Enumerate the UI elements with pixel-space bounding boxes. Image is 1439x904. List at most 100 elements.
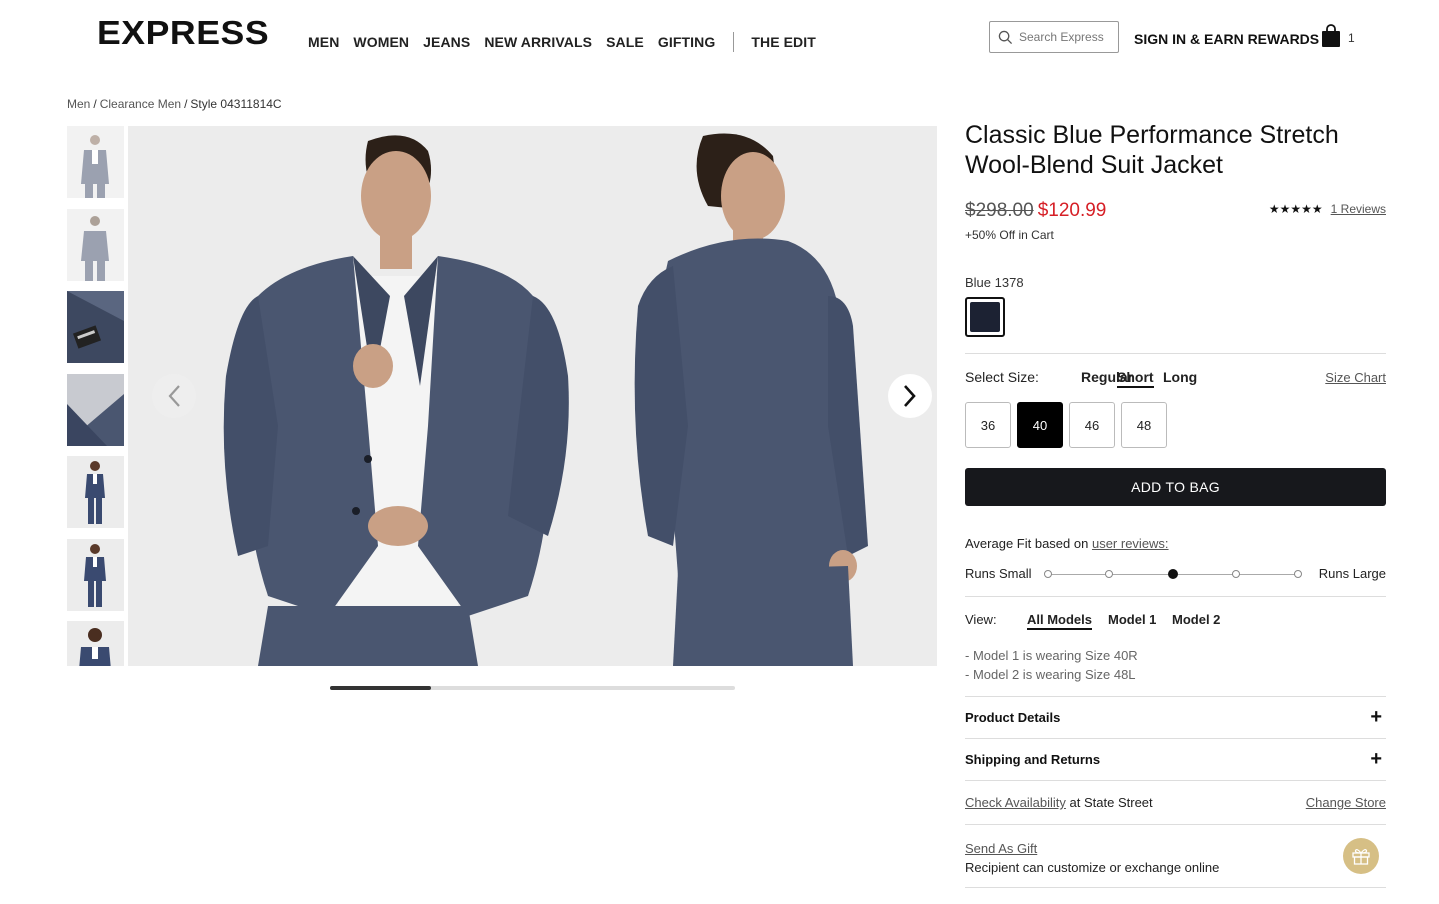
runs-large-label: Runs Large: [1318, 566, 1386, 581]
send-as-gift-link[interactable]: Send As Gift: [965, 841, 1037, 856]
user-reviews-link[interactable]: user reviews:: [1092, 536, 1169, 551]
search-input[interactable]: [1019, 30, 1109, 44]
thumbnail-list: [67, 126, 124, 666]
search-box[interactable]: [989, 21, 1119, 53]
nav-the-edit[interactable]: THE EDIT: [751, 34, 816, 50]
nav-jeans[interactable]: JEANS: [423, 34, 470, 50]
search-icon: [998, 30, 1013, 44]
average-fit-text: Average Fit based on: [965, 536, 1089, 551]
plus-icon: +: [1370, 748, 1382, 770]
express-logo[interactable]: EXPRESS: [97, 14, 269, 52]
bag-count: 1: [1348, 31, 1355, 45]
next-image-button[interactable]: [888, 374, 932, 418]
gift-icon: [1352, 849, 1370, 865]
promo-text: +50% Off in Cart: [965, 228, 1054, 242]
view-tab-model-1[interactable]: Model 1: [1108, 612, 1156, 627]
product-title: Classic Blue Performance Stretch Wool-Bl…: [965, 121, 1339, 179]
gift-section: Send As Gift Recipient can customize or …: [965, 839, 1386, 877]
product-info-panel: Classic Blue Performance Stretch Wool-Bl…: [965, 120, 1386, 888]
divider: [965, 824, 1386, 825]
size-46-button[interactable]: 46: [1069, 402, 1115, 448]
check-availability-link[interactable]: Check Availability: [965, 795, 1066, 810]
model-2-info: - Model 2 is wearing Size 48L: [965, 667, 1136, 682]
thumbnail-4[interactable]: [67, 373, 124, 446]
add-to-bag-button[interactable]: ADD TO BAG: [965, 468, 1386, 506]
thumbnail-3[interactable]: [67, 291, 124, 363]
fit-scale: Runs Small Runs Large: [965, 566, 1386, 584]
thumbnail-5[interactable]: [67, 456, 124, 528]
gallery-scrollbar[interactable]: [330, 686, 735, 690]
product-photo: [128, 126, 937, 666]
model-view-selector: View: All Models Model 1 Model 2: [965, 612, 1386, 632]
fit-dot-1: [1044, 570, 1052, 578]
divider: [965, 887, 1386, 888]
model-size-info: - Model 1 is wearing Size 40R - Model 2 …: [965, 646, 1138, 684]
signin-link[interactable]: SIGN IN & EARN REWARDS: [1134, 31, 1319, 47]
shipping-returns-accordion[interactable]: Shipping and Returns +: [965, 748, 1386, 772]
size-label: Select Size:: [965, 369, 1039, 385]
thumbnail-1[interactable]: [67, 126, 124, 198]
runs-small-label: Runs Small: [965, 566, 1032, 581]
model-1-info: - Model 1 is wearing Size 40R: [965, 648, 1138, 663]
reviews-link[interactable]: 1 Reviews: [1331, 202, 1386, 216]
divider: [965, 596, 1386, 597]
nav-men[interactable]: MEN: [308, 34, 339, 50]
size-40-button[interactable]: 40: [1017, 402, 1063, 448]
gift-button[interactable]: [1343, 838, 1379, 874]
breadcrumb: Men / Clearance Men / Style 04311814C: [67, 97, 282, 111]
fit-dot-4: [1232, 570, 1240, 578]
store-name: at State Street: [1065, 795, 1153, 810]
site-header: EXPRESS MEN WOMEN JEANS NEW ARRIVALS SAL…: [0, 0, 1439, 70]
breadcrumb-separator: /: [93, 97, 97, 111]
product-main-image: [128, 126, 937, 666]
size-48-button[interactable]: 48: [1121, 402, 1167, 448]
chevron-right-icon: [904, 385, 916, 407]
size-36-button[interactable]: 36: [965, 402, 1011, 448]
shipping-returns-label: Shipping and Returns: [965, 752, 1101, 767]
color-label: Blue 1378: [965, 275, 1024, 290]
product-details-accordion[interactable]: Product Details +: [965, 706, 1386, 730]
fit-dot-5: [1294, 570, 1302, 578]
divider: [965, 353, 1386, 354]
divider: [965, 780, 1386, 781]
nav-women[interactable]: WOMEN: [353, 34, 409, 50]
view-label: View:: [965, 612, 997, 627]
nav-divider: [733, 32, 735, 52]
view-tab-model-2[interactable]: Model 2: [1172, 612, 1220, 627]
shopping-bag-icon[interactable]: [1321, 24, 1341, 48]
size-options: 36 40 46 48: [965, 402, 1167, 448]
change-store-link[interactable]: Change Store: [1306, 795, 1386, 810]
plus-icon: +: [1370, 706, 1382, 728]
product-details-label: Product Details: [965, 710, 1061, 725]
size-selector-header: Select Size: Regular Short Long Size Cha…: [965, 369, 1386, 389]
price-row: $298.00 $120.99 ★★★★★ 1 Reviews: [965, 200, 1386, 224]
color-swatch[interactable]: [965, 297, 1005, 337]
store-availability: Check Availability at State Street Chang…: [965, 795, 1386, 810]
star-rating-icon: ★★★★★: [1268, 202, 1323, 216]
thumbnail-6[interactable]: [67, 538, 124, 611]
rating: ★★★★★ 1 Reviews: [1269, 202, 1386, 216]
thumbnail-2[interactable]: [67, 208, 124, 281]
nav-new-arrivals[interactable]: NEW ARRIVALS: [484, 34, 592, 50]
color-swatch-fill: [970, 302, 1000, 332]
gift-description: Recipient can customize or exchange onli…: [965, 860, 1220, 875]
fit-tab-short[interactable]: Short: [1117, 369, 1154, 388]
average-fit: Average Fit based on user reviews:: [965, 536, 1169, 551]
breadcrumb-men[interactable]: Men: [67, 97, 90, 111]
size-chart-link[interactable]: Size Chart: [1325, 370, 1386, 385]
nav-gifting[interactable]: GIFTING: [658, 34, 715, 50]
nav-sale[interactable]: SALE: [606, 34, 644, 50]
divider: [965, 696, 1386, 697]
breadcrumb-clearance-men[interactable]: Clearance Men: [100, 97, 181, 111]
gallery-scrollbar-thumb[interactable]: [330, 686, 432, 690]
main-nav: MEN WOMEN JEANS NEW ARRIVALS SALE GIFTIN…: [308, 32, 830, 52]
sale-price: $120.99: [1037, 200, 1107, 221]
view-tab-all-models[interactable]: All Models: [1027, 612, 1093, 630]
previous-image-button[interactable]: [152, 374, 196, 418]
breadcrumb-separator: /: [184, 97, 188, 111]
thumbnail-7[interactable]: [67, 621, 124, 666]
chevron-left-icon: [168, 385, 180, 407]
fit-dot-3: [1168, 569, 1178, 579]
divider: [965, 738, 1386, 739]
fit-tab-long[interactable]: Long: [1163, 369, 1197, 385]
